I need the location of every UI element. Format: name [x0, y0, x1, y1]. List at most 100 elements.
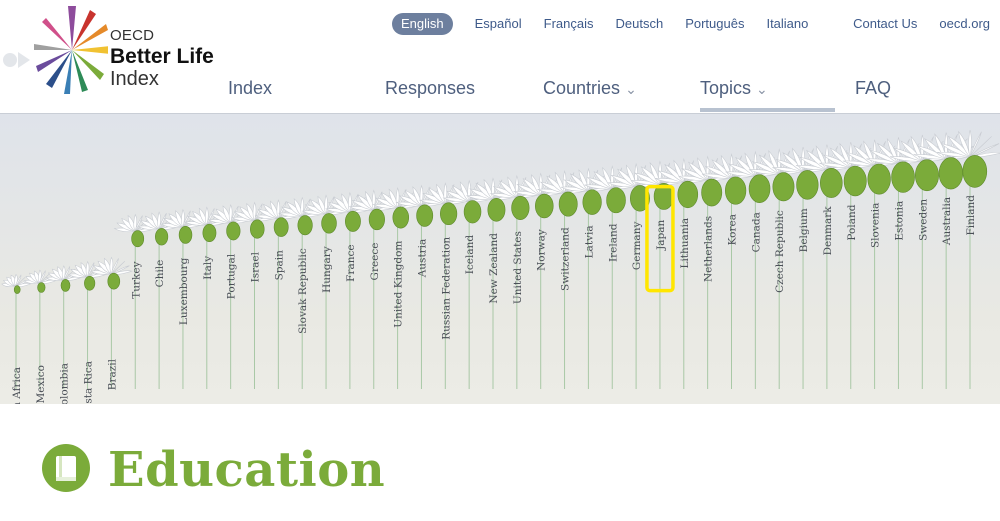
flower-leaf [155, 228, 169, 246]
country-label[interactable]: Korea [727, 214, 739, 245]
country-label[interactable]: Portugal [226, 253, 238, 299]
country-label[interactable]: Japan [655, 219, 667, 250]
nav-topics-label: Topics [700, 78, 752, 98]
country-label[interactable]: Hungary [321, 246, 333, 293]
flower-leaf [535, 193, 554, 219]
page-title: Education [108, 442, 386, 498]
nav-index[interactable]: Index [228, 75, 272, 101]
country-label[interactable]: Canada [750, 212, 762, 252]
country-label[interactable]: United Kingdom [393, 241, 405, 328]
country-label[interactable]: Greece [369, 243, 381, 281]
nav-countries[interactable]: Countries ⌄ [543, 75, 637, 102]
flower-leaf [321, 213, 337, 234]
flower-leaf [60, 279, 71, 292]
flower-leaf [131, 230, 145, 248]
country-label[interactable]: Estonia [893, 201, 905, 241]
flower-leaf [392, 206, 410, 229]
flower-leaf [178, 225, 193, 244]
country-flower[interactable]: Colombia [45, 265, 82, 404]
country-label[interactable]: Israel [250, 251, 262, 282]
country-flower[interactable]: Mexico [23, 269, 57, 403]
country-label[interactable]: Chile [154, 260, 166, 288]
country-label[interactable]: Czech Republic [774, 210, 786, 293]
flower-leaf [226, 221, 241, 241]
country-label[interactable]: Brazil [106, 358, 118, 390]
lang-portugues[interactable]: Português [685, 13, 744, 35]
flower-leaf [250, 219, 265, 239]
country-label[interactable]: Latvia [583, 225, 595, 258]
country-label[interactable]: Denmark [822, 206, 834, 256]
flower-leaf [345, 210, 361, 232]
flower-leaf [938, 157, 964, 190]
nav-faq[interactable]: FAQ [855, 75, 891, 101]
lang-deutsch[interactable]: Deutsch [615, 13, 663, 35]
language-switcher: English Español Français Deutsch Portugu… [392, 13, 830, 35]
nav-active-indicator [700, 108, 835, 112]
flower-leaf [748, 174, 771, 203]
chevron-down-icon: ⌄ [625, 81, 637, 97]
country-flower[interactable]: South Africa [1, 273, 31, 404]
country-flower[interactable]: Turkey [113, 213, 158, 389]
flower-leaf [487, 198, 506, 222]
country-label[interactable]: Mexico [35, 365, 47, 403]
country-label[interactable]: Slovak Republic [297, 248, 309, 334]
country-label[interactable]: Netherlands [703, 216, 715, 282]
flower-leaf [891, 161, 915, 193]
flower-leaf [84, 276, 96, 291]
logo-better-life-text: Better Life [110, 45, 214, 68]
flower-leaf [701, 178, 723, 207]
flower-leaf [37, 282, 46, 293]
country-flower[interactable]: Brazil [90, 256, 134, 390]
oecd-org-link[interactable]: oecd.org [939, 13, 990, 35]
country-label[interactable]: Germany [631, 222, 643, 271]
country-label[interactable]: Luxembourg [178, 257, 190, 325]
country-label[interactable]: Italy [202, 256, 214, 280]
topic-section: Education [0, 404, 1000, 521]
lang-espanol[interactable]: Español [475, 13, 522, 35]
flower-leaf [843, 165, 867, 197]
country-label[interactable]: Iceland [464, 235, 476, 275]
country-label[interactable]: France [345, 244, 357, 281]
country-label[interactable]: Sweden [917, 199, 929, 241]
flower-petals [90, 256, 134, 275]
contact-us-link[interactable]: Contact Us [853, 13, 917, 35]
country-label[interactable]: United States [512, 231, 524, 304]
country-label[interactable]: New Zealand [488, 233, 500, 304]
country-label[interactable]: Ireland [607, 223, 619, 262]
flower-leaf [13, 285, 21, 294]
flower-leaf [796, 170, 819, 200]
country-label[interactable]: Costa Rica [83, 361, 95, 404]
flower-leaf [297, 215, 313, 236]
country-label[interactable]: Finland [965, 195, 977, 236]
country-label[interactable]: Turkey [130, 261, 142, 298]
logo-oecd-text: OECD [110, 27, 155, 44]
flower-leaf [582, 189, 602, 215]
country-label[interactable]: Colombia [59, 363, 71, 404]
flower-leaf [915, 159, 939, 192]
country-label[interactable]: South Africa [11, 367, 23, 404]
flower-leaf [202, 223, 217, 243]
country-label[interactable]: Austria [416, 239, 428, 279]
flower-leaf [416, 204, 434, 227]
nav-countries-label: Countries [543, 78, 621, 98]
country-label[interactable]: Switzerland [560, 227, 572, 291]
country-flower-chart: South Africa Mexico Colombia Costa Rica Braz… [1, 130, 1000, 404]
country-label[interactable]: Poland [846, 204, 858, 240]
country-label[interactable]: Russian Federation [440, 237, 452, 340]
nav-topics[interactable]: Topics ⌄ [700, 75, 768, 102]
lang-italiano[interactable]: Italiano [766, 13, 808, 35]
flower-leaf [440, 202, 458, 226]
country-flower[interactable]: Chile [137, 211, 182, 389]
country-label[interactable]: Australia [941, 197, 953, 246]
country-label[interactable]: Lithuania [679, 218, 691, 269]
flower-leaf [867, 163, 891, 195]
country-label[interactable]: Belgium [798, 208, 810, 252]
nav-responses[interactable]: Responses [385, 75, 475, 101]
flower-leaf [677, 180, 699, 209]
country-label[interactable]: Spain [273, 250, 285, 281]
lang-english[interactable]: English [392, 13, 453, 35]
lang-francais[interactable]: Français [544, 13, 594, 35]
country-label[interactable]: Slovenia [870, 203, 882, 248]
country-label[interactable]: Norway [536, 229, 548, 271]
country-flower[interactable]: Costa Rica [67, 260, 108, 404]
